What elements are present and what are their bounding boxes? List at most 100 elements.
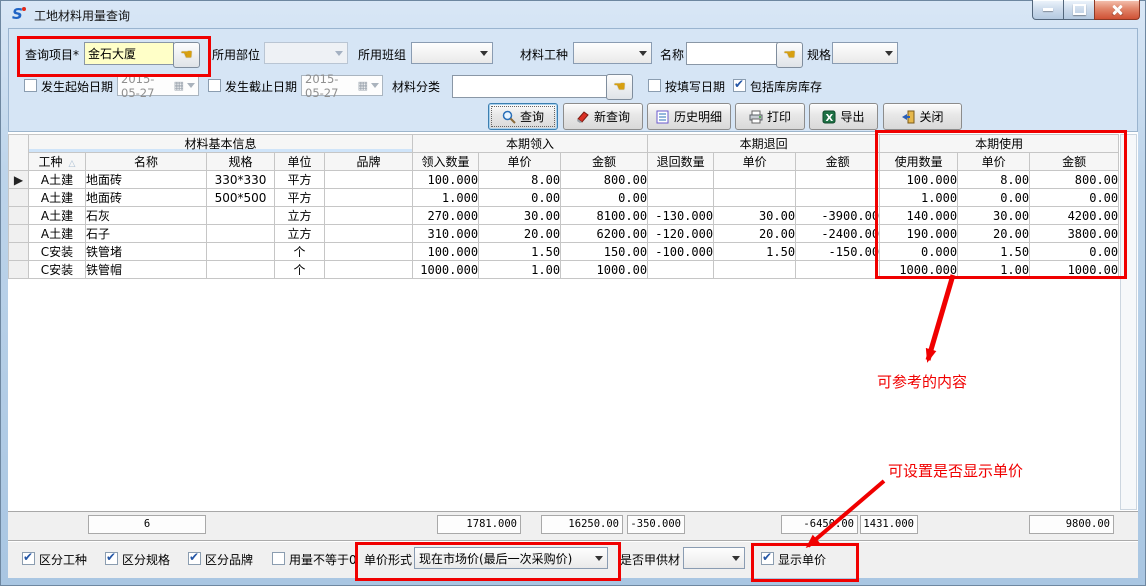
table-cell[interactable]: 800.00 <box>1030 171 1119 189</box>
split-spec-checkbox[interactable] <box>105 552 118 565</box>
table-cell[interactable]: 270.000 <box>413 207 479 225</box>
table-cell[interactable]: 0.00 <box>1030 189 1119 207</box>
table-cell[interactable]: 石子 <box>86 225 207 243</box>
table-cell[interactable]: 地面砖 <box>86 171 207 189</box>
table-cell[interactable]: -120.000 <box>648 225 714 243</box>
table-cell[interactable]: 铁管帽 <box>86 261 207 279</box>
maximize-button[interactable] <box>1064 0 1094 20</box>
close-window-button[interactable]: 关闭 <box>883 103 962 130</box>
table-cell[interactable] <box>714 189 796 207</box>
close-button[interactable] <box>1094 0 1140 20</box>
query-button[interactable]: 查询 <box>488 103 558 130</box>
row-selector-cell[interactable] <box>9 261 29 279</box>
column-header[interactable]: 单价 <box>714 153 796 171</box>
column-header[interactable]: 单价 <box>958 153 1030 171</box>
start-date-field[interactable]: 2015-05-27▦ <box>117 75 199 96</box>
column-group-header[interactable]: 本期退回 <box>648 135 880 153</box>
table-cell[interactable]: -150.00 <box>796 243 880 261</box>
column-header[interactable]: 退回数量 <box>648 153 714 171</box>
name-picker-button[interactable]: ☚ <box>776 42 803 68</box>
print-button[interactable]: 打印 <box>735 103 805 130</box>
table-cell[interactable] <box>796 171 880 189</box>
table-cell[interactable] <box>207 261 275 279</box>
table-cell[interactable] <box>325 171 413 189</box>
table-cell[interactable]: 100.000 <box>880 171 958 189</box>
column-header[interactable]: 金额 <box>1030 153 1119 171</box>
split-brand-checkbox[interactable] <box>188 552 201 565</box>
table-cell[interactable]: 1.50 <box>714 243 796 261</box>
table-cell[interactable]: 310.000 <box>413 225 479 243</box>
table-cell[interactable]: 1.000 <box>413 189 479 207</box>
table-cell[interactable] <box>325 207 413 225</box>
supplied-select[interactable] <box>683 547 745 569</box>
table-cell[interactable]: 平方 <box>275 189 325 207</box>
row-selector-cell[interactable] <box>9 243 29 261</box>
table-cell[interactable]: 500*500 <box>207 189 275 207</box>
column-group-header[interactable]: 本期使用 <box>880 135 1119 153</box>
new-query-button[interactable]: 新查询 <box>563 103 643 130</box>
table-cell[interactable]: 立方 <box>275 225 325 243</box>
table-cell[interactable]: 1000.000 <box>880 261 958 279</box>
table-cell[interactable]: 0.000 <box>880 243 958 261</box>
row-selector-header[interactable] <box>9 135 29 171</box>
table-cell[interactable]: 30.00 <box>479 207 561 225</box>
column-header[interactable]: 品牌 <box>325 153 413 171</box>
by-fill-date-checkbox[interactable] <box>648 79 661 92</box>
table-cell[interactable]: 0.00 <box>958 189 1030 207</box>
history-detail-button[interactable]: 历史明细 <box>647 103 731 130</box>
table-cell[interactable]: 6200.00 <box>561 225 648 243</box>
table-cell[interactable]: 150.00 <box>561 243 648 261</box>
table-cell[interactable]: 1.00 <box>958 261 1030 279</box>
project-input[interactable] <box>84 42 174 65</box>
table-cell[interactable]: A土建 <box>29 171 86 189</box>
table-cell[interactable] <box>325 225 413 243</box>
table-cell[interactable]: 30.00 <box>958 207 1030 225</box>
nonzero-checkbox[interactable] <box>272 552 285 565</box>
spec-select[interactable] <box>832 42 898 64</box>
column-header[interactable]: 领入数量 <box>413 153 479 171</box>
table-cell[interactable]: -3900.00 <box>796 207 880 225</box>
table-cell[interactable] <box>796 261 880 279</box>
table-cell[interactable] <box>648 171 714 189</box>
table-cell[interactable]: 石灰 <box>86 207 207 225</box>
table-cell[interactable]: 地面砖 <box>86 189 207 207</box>
name-input[interactable] <box>686 42 778 65</box>
vertical-scrollbar[interactable] <box>1120 134 1137 510</box>
table-cell[interactable]: 0.00 <box>479 189 561 207</box>
table-cell[interactable]: 100.000 <box>413 243 479 261</box>
table-cell[interactable]: 4200.00 <box>1030 207 1119 225</box>
category-picker-button[interactable]: ☚ <box>606 74 633 100</box>
table-cell[interactable] <box>207 243 275 261</box>
export-button[interactable]: X 导出 <box>809 103 878 130</box>
table-cell[interactable] <box>714 171 796 189</box>
table-cell[interactable]: 20.00 <box>958 225 1030 243</box>
table-cell[interactable]: A土建 <box>29 189 86 207</box>
table-cell[interactable] <box>648 261 714 279</box>
table-cell[interactable]: 8.00 <box>958 171 1030 189</box>
row-selector-cell[interactable] <box>9 189 29 207</box>
table-cell[interactable]: C安装 <box>29 243 86 261</box>
table-cell[interactable]: 800.00 <box>561 171 648 189</box>
column-header[interactable]: 金额 <box>561 153 648 171</box>
row-selector-cell[interactable] <box>9 225 29 243</box>
table-cell[interactable] <box>648 189 714 207</box>
table-cell[interactable]: 1000.00 <box>561 261 648 279</box>
table-cell[interactable]: 1000.000 <box>413 261 479 279</box>
price-mode-select[interactable]: 现在市场价(最后一次采购价) <box>414 547 608 569</box>
table-cell[interactable]: 0.00 <box>561 189 648 207</box>
table-cell[interactable]: 立方 <box>275 207 325 225</box>
table-cell[interactable]: 平方 <box>275 171 325 189</box>
column-header[interactable]: 金额 <box>796 153 880 171</box>
column-header[interactable]: 单位 <box>275 153 325 171</box>
column-group-header[interactable]: 材料基本信息 <box>29 135 413 153</box>
column-header[interactable]: 名称 <box>86 153 207 171</box>
row-selector-cell[interactable] <box>9 207 29 225</box>
table-cell[interactable]: 20.00 <box>479 225 561 243</box>
table-cell[interactable]: A土建 <box>29 207 86 225</box>
table-cell[interactable] <box>714 261 796 279</box>
column-header[interactable]: 使用数量 <box>880 153 958 171</box>
start-date-checkbox[interactable] <box>24 79 37 92</box>
table-cell[interactable]: 0.00 <box>1030 243 1119 261</box>
column-header[interactable]: 规格 <box>207 153 275 171</box>
table-cell[interactable] <box>325 261 413 279</box>
